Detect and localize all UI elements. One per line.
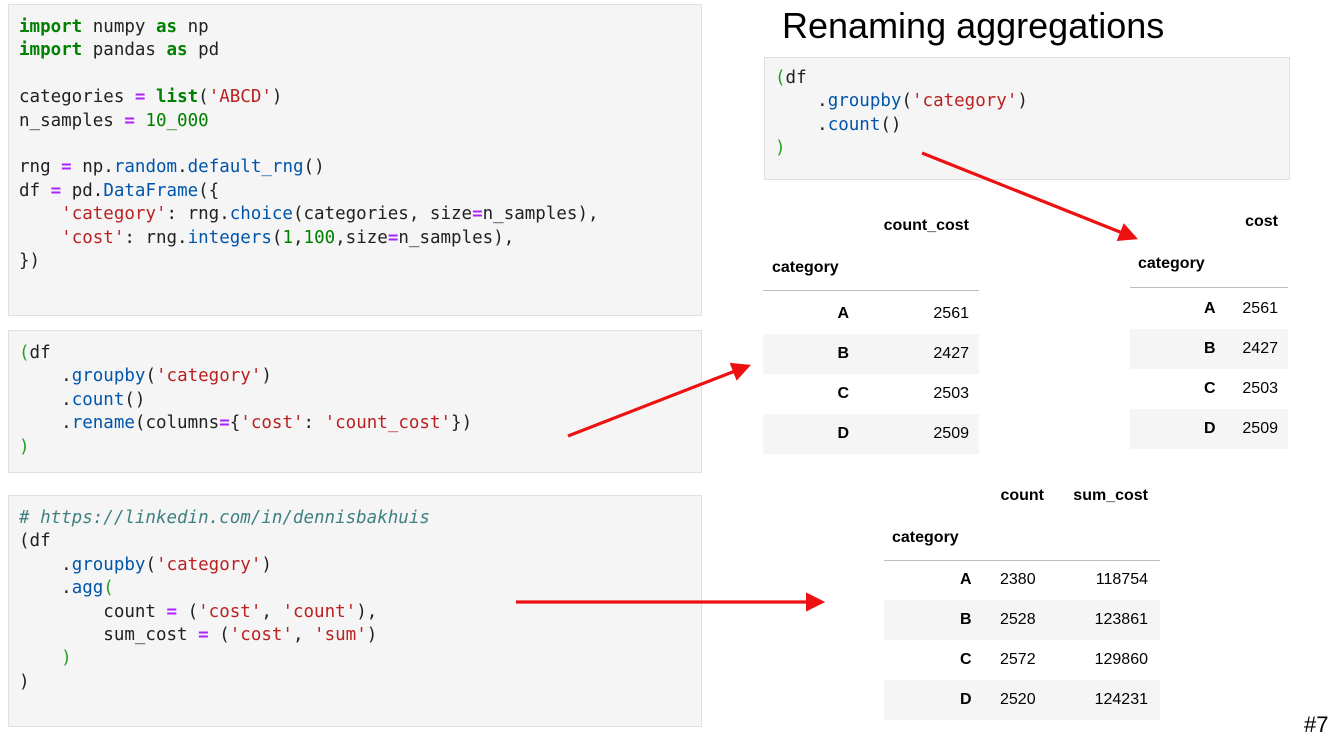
arrow-count-to-table <box>921 151 1138 241</box>
arrows-overlay <box>516 151 1138 612</box>
arrow-rename-to-table <box>567 362 751 438</box>
